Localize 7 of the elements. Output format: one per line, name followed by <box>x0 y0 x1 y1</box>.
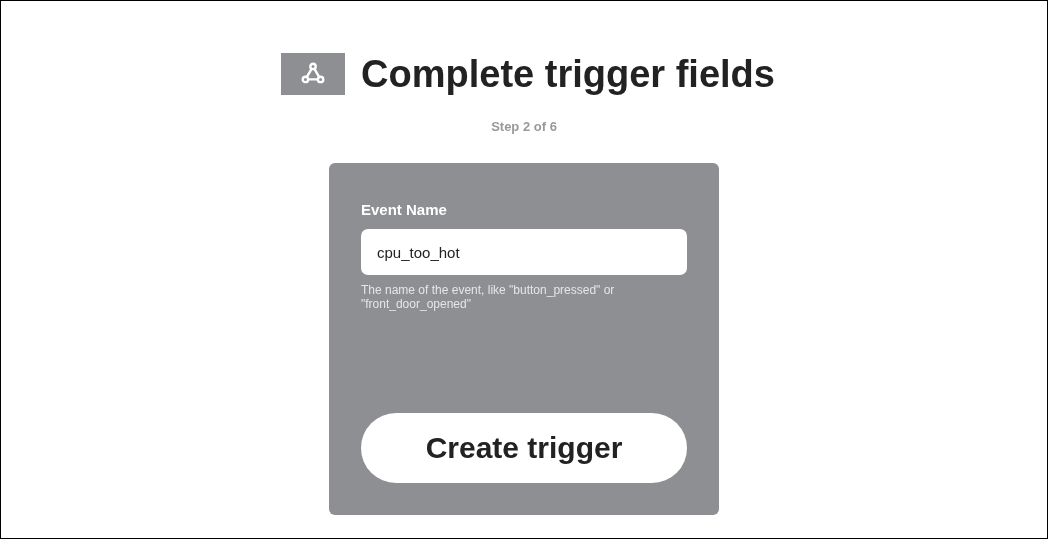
field-label: Event Name <box>361 199 448 220</box>
webhook-icon <box>281 53 346 95</box>
page-title: Complete trigger fields <box>361 55 775 93</box>
event-name-field[interactable]: cpu_too_hot <box>361 229 687 275</box>
step-indicator: Step 2 of 6 <box>491 118 557 136</box>
create-trigger-button[interactable]: Create trigger <box>361 412 687 483</box>
field-help-text: The name of the event, like "button_pressed" or "front_door_opened" <box>361 283 616 311</box>
